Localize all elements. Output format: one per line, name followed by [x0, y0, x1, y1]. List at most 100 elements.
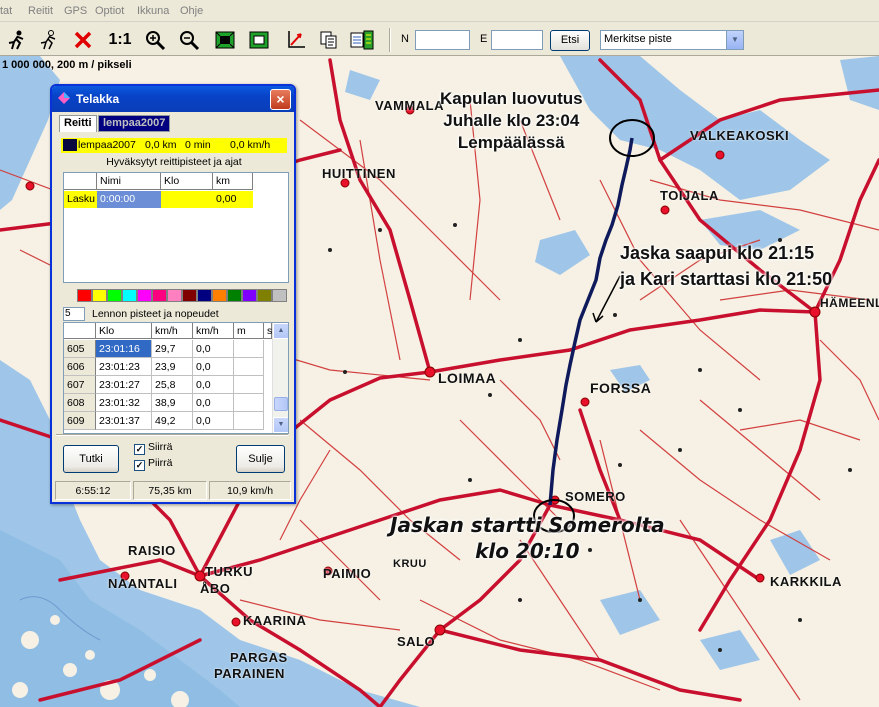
palette-swatch[interactable]	[182, 289, 197, 302]
waypoint-header-km[interactable]: km	[213, 173, 253, 190]
scale-1-1-icon[interactable]: 1:1	[105, 28, 135, 52]
waypoints-grid[interactable]: Nimi Klo km Lasku 0:00:00 0,00	[63, 172, 289, 283]
chevron-down-icon[interactable]: ▼	[726, 31, 743, 49]
points-grid[interactable]: Klo km/h km/h m s 605 23:01:16 29,7 0,0 …	[63, 322, 289, 434]
point-action-select[interactable]: Merkitse piste ▼	[600, 30, 744, 50]
point-m[interactable]	[234, 376, 264, 394]
point-m[interactable]	[234, 412, 264, 430]
palette-swatch[interactable]	[272, 289, 287, 302]
menu-item-routes[interactable]: Reitit	[28, 5, 53, 17]
table-row[interactable]: 605 23:01:16 29,7 0,0	[64, 340, 272, 358]
point-m[interactable]	[234, 340, 264, 358]
siirra-checkbox[interactable]: ✓ Siirrä	[134, 441, 173, 455]
palette-swatch[interactable]	[152, 289, 167, 302]
menu-item-gps[interactable]: GPS	[64, 5, 87, 17]
point-speed[interactable]: 49,2	[152, 412, 193, 430]
waypoint-header-klo[interactable]: Klo	[161, 173, 213, 190]
axis-chart-icon[interactable]	[283, 28, 309, 52]
point-speed2[interactable]: 0,0	[193, 394, 234, 412]
menu-item-help[interactable]: Ohje	[180, 5, 203, 17]
east-input[interactable]	[491, 30, 543, 50]
east-label: E	[480, 33, 488, 45]
waypoint-name[interactable]: 0:00:00	[97, 191, 161, 208]
point-speed[interactable]: 38,9	[152, 394, 193, 412]
point-m[interactable]	[234, 394, 264, 412]
export-icon[interactable]	[349, 28, 375, 52]
points-header-klo[interactable]: Klo	[96, 323, 152, 339]
runner-icon[interactable]	[3, 28, 29, 52]
points-header-s[interactable]: s	[264, 323, 272, 339]
palette-swatch[interactable]	[122, 289, 137, 302]
interval-spinner[interactable]: 5	[63, 307, 85, 321]
table-row[interactable]: 609 23:01:37 49,2 0,0	[64, 412, 272, 430]
palette-swatch[interactable]	[77, 289, 92, 302]
piirra-checkbox[interactable]: ✓ Piirrä	[134, 457, 173, 471]
menu-bar: tat Reitit GPS Optiot Ikkuna Ohje	[0, 0, 879, 22]
route-summary-row[interactable]: lempaa2007 0,0 km 0 min 0,0 km/h	[61, 138, 287, 153]
point-time[interactable]: 23:01:16	[96, 340, 152, 358]
zoom-out-icon[interactable]	[176, 28, 202, 52]
tab-reitti[interactable]: Reitti	[59, 115, 97, 132]
palette-swatch[interactable]	[167, 289, 182, 302]
map-frame-icon[interactable]	[212, 28, 238, 52]
palette-swatch[interactable]	[107, 289, 122, 302]
callout-line: Jaska saapui klo 21:15	[620, 243, 815, 263]
scroll-up-icon[interactable]: ▲	[273, 323, 288, 339]
point-speed[interactable]: 29,7	[152, 340, 193, 358]
scroll-down-icon[interactable]: ▼	[273, 417, 288, 433]
points-header-corner	[64, 323, 96, 339]
tab-lempaa2007-label: lempaa2007	[103, 117, 166, 129]
delete-x-icon[interactable]	[70, 28, 96, 52]
point-speed2[interactable]: 0,0	[193, 358, 234, 376]
palette-swatch[interactable]	[257, 289, 272, 302]
menu-item-file[interactable]: tat	[0, 5, 12, 17]
point-speed[interactable]: 23,9	[152, 358, 193, 376]
dialog-titlebar[interactable]: Telakka ×	[52, 86, 294, 112]
search-button[interactable]: Etsi	[550, 30, 590, 51]
point-m[interactable]	[234, 358, 264, 376]
waypoint-id[interactable]: Lasku	[64, 191, 97, 208]
menu-item-options[interactable]: Optiot	[95, 5, 124, 17]
points-title-row: 5 Lennon pisteet ja nopeudet	[62, 307, 288, 322]
table-row[interactable]: 608 23:01:32 38,9 0,0	[64, 394, 272, 412]
points-header-speed2[interactable]: km/h	[193, 323, 234, 339]
waypoint-header-nimi[interactable]: Nimi	[97, 173, 161, 190]
zoom-in-icon[interactable]	[142, 28, 168, 52]
sulje-button[interactable]: Sulje	[236, 445, 285, 473]
points-scrollbar[interactable]: ▲ ▼	[272, 323, 288, 433]
point-time[interactable]: 23:01:37	[96, 412, 152, 430]
route-color-swatch	[63, 139, 77, 151]
point-speed2[interactable]: 0,0	[193, 412, 234, 430]
palette-swatch[interactable]	[92, 289, 107, 302]
close-icon[interactable]: ×	[270, 89, 291, 110]
point-speed2[interactable]: 0,0	[193, 340, 234, 358]
map-frame-alt-icon[interactable]	[246, 28, 272, 52]
palette-swatch[interactable]	[242, 289, 257, 302]
point-speed[interactable]: 25,8	[152, 376, 193, 394]
tab-lempaa2007[interactable]: lempaa2007	[98, 115, 171, 132]
north-input[interactable]	[415, 30, 470, 50]
point-speed2[interactable]: 0,0	[193, 376, 234, 394]
point-time[interactable]: 23:01:32	[96, 394, 152, 412]
table-row[interactable]: 606 23:01:23 23,9 0,0	[64, 358, 272, 376]
points-header-speed[interactable]: km/h	[152, 323, 193, 339]
point-time[interactable]: 23:01:23	[96, 358, 152, 376]
points-header-m[interactable]: m	[234, 323, 264, 339]
palette-swatch[interactable]	[212, 289, 227, 302]
runner-alt-icon[interactable]	[35, 28, 61, 52]
palette-swatch[interactable]	[227, 289, 242, 302]
copy-icon[interactable]	[316, 28, 342, 52]
point-number: 605	[64, 340, 96, 358]
table-row[interactable]: 607 23:01:27 25,8 0,0	[64, 376, 272, 394]
waypoint-klo[interactable]	[161, 191, 213, 208]
waypoint-km[interactable]: 0,00	[213, 191, 253, 208]
point-time[interactable]: 23:01:27	[96, 376, 152, 394]
palette-swatch[interactable]	[197, 289, 212, 302]
city-label: TURKU	[205, 564, 253, 579]
menu-item-window[interactable]: Ikkuna	[137, 5, 169, 17]
scroll-thumb[interactable]	[274, 397, 288, 411]
tutki-button[interactable]: Tutki	[63, 445, 119, 473]
palette-swatch[interactable]	[137, 289, 152, 302]
waypoint-header-corner	[64, 173, 97, 190]
toolbar-separator	[389, 28, 391, 52]
